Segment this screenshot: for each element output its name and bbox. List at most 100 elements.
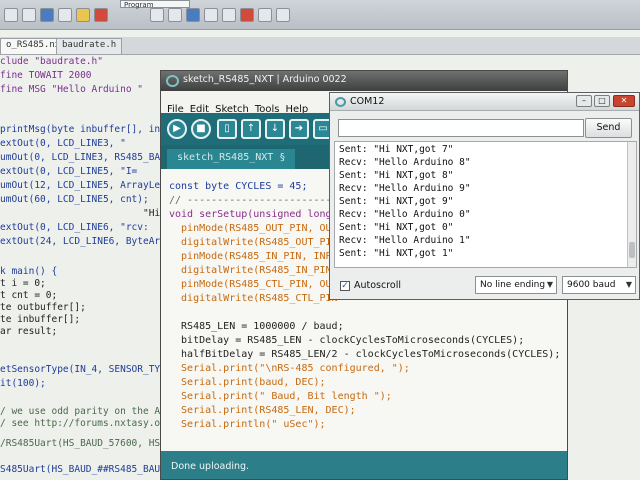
line-ending-value: No line ending bbox=[480, 280, 546, 290]
chevron-down-icon: ▼ bbox=[625, 280, 632, 289]
arduino-code-line: Serial.print(RS485_LEN, DEC); bbox=[169, 405, 356, 416]
print-icon[interactable] bbox=[58, 8, 72, 22]
copy-icon[interactable] bbox=[168, 8, 182, 22]
arduino-menubar: File Edit Sketch Tools Help bbox=[161, 97, 331, 115]
nxc-code-line: umOut(0, LCD_LINE3, RS485_BAUD bbox=[0, 152, 172, 163]
log-line: Sent: "Hi NXT,got 1" bbox=[339, 248, 454, 259]
redo-icon[interactable] bbox=[222, 8, 236, 22]
nxc-code-line: printMsg(byte inbuffer[], in bbox=[0, 124, 161, 135]
nxc-code-line: extOut(24, LCD_LINE6, ByteArra bbox=[0, 236, 172, 247]
nxc-code-line: ar result; bbox=[0, 326, 58, 337]
nxc-code-line: it(100); bbox=[0, 378, 46, 389]
save-icon[interactable] bbox=[40, 8, 54, 22]
find-icon[interactable] bbox=[240, 8, 254, 22]
cut-icon[interactable] bbox=[150, 8, 164, 22]
maximize-button[interactable]: □ bbox=[594, 95, 610, 107]
arduino-code-line: void serSetup(unsigned long bbox=[169, 209, 332, 220]
nxc-code-line: te inbuffer[]; bbox=[0, 314, 81, 325]
nxc-code-line: t i = 0; bbox=[0, 278, 46, 289]
nxc-code-area[interactable]: clude "baudrate.h" fine TOWAIT 2000 fine… bbox=[0, 56, 172, 480]
serial-monitor-title: COM12 bbox=[350, 96, 385, 107]
log-line: Sent: "Hi NXT,got 0" bbox=[339, 222, 454, 233]
arduino-code-line: halfBitDelay = RS485_LEN/2 - clockCycles… bbox=[169, 349, 561, 360]
close-button[interactable]: ✕ bbox=[613, 95, 635, 107]
open-sketch-icon[interactable]: ↑ bbox=[241, 119, 261, 139]
nxc-toolbar bbox=[0, 0, 640, 30]
arduino-logo-icon bbox=[335, 97, 346, 107]
serial-monitor-window: COM12 – □ ✕ Send Sent: "Hi NXT,got 7" Re… bbox=[329, 92, 640, 300]
log-line: Recv: "Hello Arduino 8" bbox=[339, 157, 471, 168]
nxc-code-line: extOut(0, LCD_LINE6, "rcv: bbox=[0, 222, 149, 233]
nxc-code-line: / see http://forums.nxtasy.or bbox=[0, 418, 166, 429]
serial-monitor-titlebar[interactable]: COM12 – □ ✕ bbox=[330, 93, 639, 111]
arduino-code-line: Serial.print("\nRS-485 configured, "); bbox=[169, 363, 410, 374]
nxc-code-line: te outbuffer[]; bbox=[0, 302, 86, 313]
nxc-tab-bar: o_RS485.nxc baudrate.h bbox=[0, 37, 640, 55]
autoscroll-label: Autoscroll bbox=[354, 280, 402, 291]
minimize-button[interactable]: – bbox=[576, 95, 592, 107]
scrollbar-thumb[interactable] bbox=[629, 242, 635, 258]
nxc-code-line: "Hi N bbox=[0, 208, 172, 219]
arduino-code-line: const byte CYCLES = 45; bbox=[169, 181, 308, 192]
nxc-code-line: extOut(0, LCD_LINE5, "I= cn bbox=[0, 166, 172, 177]
serial-output-log[interactable]: Sent: "Hi NXT,got 7" Recv: "Hello Arduin… bbox=[334, 141, 637, 268]
log-line: Sent: "Hi NXT,got 8" bbox=[339, 170, 454, 181]
stop-icon[interactable]: ■ bbox=[191, 119, 211, 139]
paste-icon[interactable] bbox=[186, 8, 200, 22]
nxc-code-line: / we use odd parity on the Ard bbox=[0, 406, 172, 417]
log-line: Sent: "Hi NXT,got 7" bbox=[339, 144, 454, 155]
nxc-code-line: t cnt = 0; bbox=[0, 290, 58, 301]
program-dropdown[interactable]: Program bbox=[120, 0, 190, 9]
baud-rate-select[interactable]: 9600 baud ▼ bbox=[562, 276, 636, 294]
nxc-code-line: fine MSG "Hello Arduino " bbox=[0, 84, 143, 95]
nxc-code-line: /RS485Uart(HS_BAUD_57600, HS_M bbox=[0, 438, 172, 449]
tab-baudrate-h[interactable]: baudrate.h bbox=[56, 38, 123, 54]
tab-sketch-rs485-nxt[interactable]: sketch_RS485_NXT § bbox=[167, 149, 296, 169]
new-sketch-icon[interactable]: ▯ bbox=[217, 119, 237, 139]
nxc-code-line: fine TOWAIT 2000 bbox=[0, 70, 92, 81]
replace-icon[interactable] bbox=[258, 8, 272, 22]
serial-monitor-footer: ✓ Autoscroll No line ending ▼ 9600 baud … bbox=[330, 271, 639, 299]
send-button[interactable]: Send bbox=[585, 118, 632, 138]
log-line: Recv: "Hello Arduino 9" bbox=[339, 183, 471, 194]
chevron-down-icon: ▼ bbox=[546, 280, 553, 289]
stop-icon[interactable] bbox=[94, 8, 108, 22]
arduino-code-line: digitalWrite(RS485_CTL_PIN bbox=[169, 293, 338, 304]
arduino-code-line: Serial.print(" Baud, Bit length "); bbox=[169, 391, 392, 402]
arduino-code-line: Serial.print(baud, DEC); bbox=[169, 377, 326, 388]
arduino-logo-icon bbox=[166, 75, 179, 87]
arduino-status-bar: Done uploading. bbox=[161, 451, 567, 479]
nxc-code-line: umOut(12, LCD_LINE5, ArrayLen( bbox=[0, 180, 172, 191]
new-file-icon[interactable] bbox=[4, 8, 18, 22]
log-scrollbar[interactable] bbox=[627, 142, 636, 267]
arduino-code-line: digitalWrite(RS485_OUT_PIN bbox=[169, 237, 338, 248]
arduino-code-line: pinMode(RS485_OUT_PIN, OUT bbox=[169, 223, 338, 234]
verify-play-icon[interactable]: ▶ bbox=[167, 119, 187, 139]
nxc-code-line: umOut(60, LCD_LINE5, cnt); bbox=[0, 194, 149, 205]
arduino-titlebar[interactable]: sketch_RS485_NXT | Arduino 0022 bbox=[161, 71, 567, 91]
nxc-code-line: extOut(0, LCD_LINE3, " bbox=[0, 138, 126, 149]
status-message: Done uploading. bbox=[171, 461, 250, 472]
nxc-code-line: etSensorType(IN_4, SENSOR_TYPE bbox=[0, 364, 172, 375]
compile-icon[interactable] bbox=[76, 8, 90, 22]
arduino-code-line: pinMode(RS485_CTL_PIN, OUT bbox=[169, 279, 338, 290]
undo-icon[interactable] bbox=[204, 8, 218, 22]
nxc-code-line: k main() { bbox=[0, 266, 58, 277]
help-icon[interactable] bbox=[276, 8, 290, 22]
arduino-code-line: RS485_LEN = 1000000 / baud; bbox=[169, 321, 344, 332]
arduino-code-line: // ------------------------ bbox=[169, 195, 332, 206]
upload-icon[interactable]: ➔ bbox=[289, 119, 309, 139]
log-line: Recv: "Hello Arduino 1" bbox=[339, 235, 471, 246]
open-file-icon[interactable] bbox=[22, 8, 36, 22]
log-line: Sent: "Hi NXT,got 9" bbox=[339, 196, 454, 207]
log-line: Recv: "Hello Arduino 0" bbox=[339, 209, 471, 220]
autoscroll-checkbox[interactable]: ✓ bbox=[340, 281, 350, 291]
nxc-code-line: clude "baudrate.h" bbox=[0, 56, 103, 67]
save-sketch-icon[interactable]: ↓ bbox=[265, 119, 285, 139]
arduino-code-line: pinMode(RS485_IN_PIN, INPU bbox=[169, 251, 338, 262]
arduino-window-title: sketch_RS485_NXT | Arduino 0022 bbox=[183, 74, 347, 85]
line-ending-select[interactable]: No line ending ▼ bbox=[475, 276, 557, 294]
serial-send-input[interactable] bbox=[338, 119, 584, 137]
arduino-code-line: bitDelay = RS485_LEN - clockCyclesToMicr… bbox=[169, 335, 525, 346]
nxc-code-line: S485Uart(HS_BAUD_##RS485_BAUD, bbox=[0, 464, 172, 475]
